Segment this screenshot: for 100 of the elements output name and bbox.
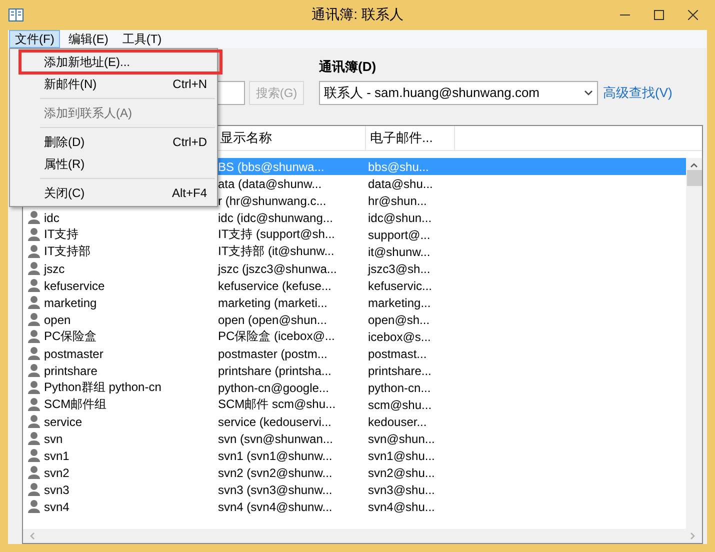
- menu-entry[interactable]: 删除(D) Ctrl+D: [10, 131, 217, 153]
- person-icon: [28, 279, 40, 292]
- contact-name: svn2: [44, 466, 70, 480]
- contact-row[interactable]: Python群组 python-cn python-cn@google... python-cn...: [23, 379, 686, 396]
- person-icon: [28, 313, 40, 326]
- person-icon: [28, 364, 40, 377]
- display-name: service (kedouservi...: [218, 414, 332, 428]
- minimize-icon[interactable]: [620, 14, 630, 16]
- display-name: open (open@shun...: [218, 312, 327, 326]
- contact-row[interactable]: IT支持 IT支持 (support@sh... support@...: [23, 226, 686, 243]
- person-icon: [28, 415, 40, 428]
- email-address: svn@shun...: [368, 432, 435, 446]
- display-name: jszc (jszc3@shunwa...: [218, 262, 337, 276]
- display-name: ata (data@shunw...: [218, 176, 322, 190]
- contact-row[interactable]: svn4 svn4 (svn4@shunw... svn4@shu...: [23, 498, 686, 515]
- contact-name: open: [44, 312, 71, 326]
- column-header[interactable]: 电子邮件...: [366, 126, 455, 150]
- display-name: marketing (marketi...: [218, 296, 328, 310]
- email-address: data@shu...: [368, 176, 433, 190]
- contact-name: svn: [44, 432, 63, 446]
- person-icon: [28, 228, 40, 241]
- email-address: it@shunw...: [368, 244, 430, 258]
- address-book-dropdown[interactable]: 联系人 - sam.huang@shunwang.com: [319, 81, 598, 105]
- contact-row[interactable]: IT支持部 IT支持部 (it@shunw... it@shunw...: [23, 243, 686, 260]
- contact-name: printshare: [44, 364, 98, 378]
- display-name: idc (idc@shunwang...: [218, 210, 333, 224]
- email-address: icebox@s...: [368, 330, 431, 344]
- contact-name: jszc: [44, 262, 65, 276]
- menu-entry[interactable]: 关闭(C) Alt+F4: [10, 182, 217, 204]
- menu-entry[interactable]: 新邮件(N) Ctrl+N: [10, 73, 217, 95]
- display-name: PC保险盒 (icebox@...: [218, 329, 335, 343]
- email-address: scm@shu...: [368, 398, 432, 412]
- display-name: postmaster (postm...: [218, 346, 328, 360]
- contact-row[interactable]: svn svn (svn@shunwan... svn@shun...: [23, 430, 686, 447]
- contact-name: SCM邮件组: [44, 396, 107, 413]
- contact-name: svn3: [44, 482, 70, 496]
- scroll-left-icon: [29, 532, 35, 540]
- person-icon: [28, 466, 40, 479]
- email-address: marketing...: [368, 296, 431, 310]
- contact-row[interactable]: SCM邮件组 SCM邮件 scm@shu... scm@shu...: [23, 396, 686, 413]
- display-name: python-cn@google...: [218, 380, 329, 394]
- email-address: svn3@shu...: [368, 482, 435, 496]
- contact-row[interactable]: svn1 svn1 (svn1@shunw... svn1@shu...: [23, 447, 686, 464]
- contact-name: service: [44, 414, 82, 428]
- scroll-thumb[interactable]: [686, 170, 702, 186]
- contact-row[interactable]: kefuservice kefuservice (kefuse... kefuservic...: [23, 277, 686, 294]
- contact-row[interactable]: jszc jszc (jszc3@shunwa... jszc3@sh...: [23, 260, 686, 277]
- menu-entry[interactable]: 添加新地址(E)...: [10, 51, 217, 73]
- vertical-scrollbar[interactable]: [686, 158, 702, 529]
- contact-name: PC保险盒: [44, 328, 97, 345]
- contact-row[interactable]: open open (open@shun... open@sh...: [23, 311, 686, 328]
- email-address: idc@shun...: [368, 210, 432, 224]
- display-name: svn2 (svn2@shunw...: [218, 466, 332, 480]
- display-name: BS (bbs@shunwa...: [218, 160, 324, 174]
- person-icon: [28, 262, 40, 275]
- contact-row[interactable]: service service (kedouservi... kedouser...: [23, 413, 686, 430]
- contact-row[interactable]: PC保险盒 PC保险盒 (icebox@... icebox@s...: [23, 328, 686, 345]
- email-address: kefuservic...: [368, 278, 432, 292]
- chevron-down-icon: [584, 90, 593, 96]
- display-name: printshare (printsha...: [218, 364, 332, 378]
- horizontal-scrollbar[interactable]: [23, 529, 702, 543]
- contact-row[interactable]: idc idc (idc@shunwang... idc@shun...: [23, 209, 686, 226]
- menu-item[interactable]: 工具(T): [116, 30, 168, 48]
- person-icon: [28, 483, 40, 496]
- maximize-icon[interactable]: [654, 10, 664, 20]
- menu-item[interactable]: 编辑(E): [62, 30, 114, 48]
- contact-row[interactable]: svn2 svn2 (svn2@shunw... svn2@shu...: [23, 464, 686, 481]
- person-icon: [28, 449, 40, 462]
- contact-row[interactable]: svn3 svn3 (svn3@shunw... svn3@shu...: [23, 481, 686, 498]
- contact-row[interactable]: marketing marketing (marketi... marketing...: [23, 294, 686, 311]
- scroll-right-icon: [690, 532, 696, 540]
- display-name: kefuservice (kefuse...: [218, 278, 332, 292]
- display-name: svn (svn@shunwan...: [218, 432, 333, 446]
- window-title: 通讯簿: 联系人: [312, 6, 404, 22]
- email-address: svn1@shu...: [368, 448, 435, 462]
- menu-item[interactable]: 文件(F): [9, 30, 60, 48]
- advanced-search-link[interactable]: 高级查找(V): [603, 84, 707, 102]
- contact-name: svn1: [44, 448, 70, 462]
- person-icon: [28, 398, 40, 411]
- display-name: svn4 (svn4@shunw...: [218, 500, 332, 514]
- person-icon: [28, 347, 40, 360]
- address-book-label: 通讯簿(D): [319, 58, 378, 76]
- contact-name: idc: [44, 210, 60, 224]
- email-address: support@...: [368, 228, 430, 242]
- display-name: SCM邮件 scm@shu...: [218, 397, 336, 411]
- display-name: IT支持部 (it@shunw...: [218, 244, 334, 258]
- close-icon[interactable]: [688, 10, 698, 20]
- email-address: kedouser...: [368, 414, 427, 428]
- contact-name: IT支持部: [44, 243, 91, 260]
- contact-row[interactable]: printshare printshare (printsha... printshare...: [23, 362, 686, 379]
- email-address: bbs@shu...: [368, 160, 429, 174]
- contact-name: postmaster: [44, 346, 104, 360]
- email-address: svn2@shu...: [368, 466, 435, 480]
- email-address: printshare...: [368, 364, 432, 378]
- contact-row[interactable]: postmaster postmaster (postm... postmast...: [23, 345, 686, 362]
- email-address: hr@shun...: [368, 194, 427, 208]
- contact-name: svn4: [44, 500, 70, 514]
- person-icon: [28, 500, 40, 513]
- person-icon: [28, 432, 40, 445]
- email-address: open@sh...: [368, 312, 430, 326]
